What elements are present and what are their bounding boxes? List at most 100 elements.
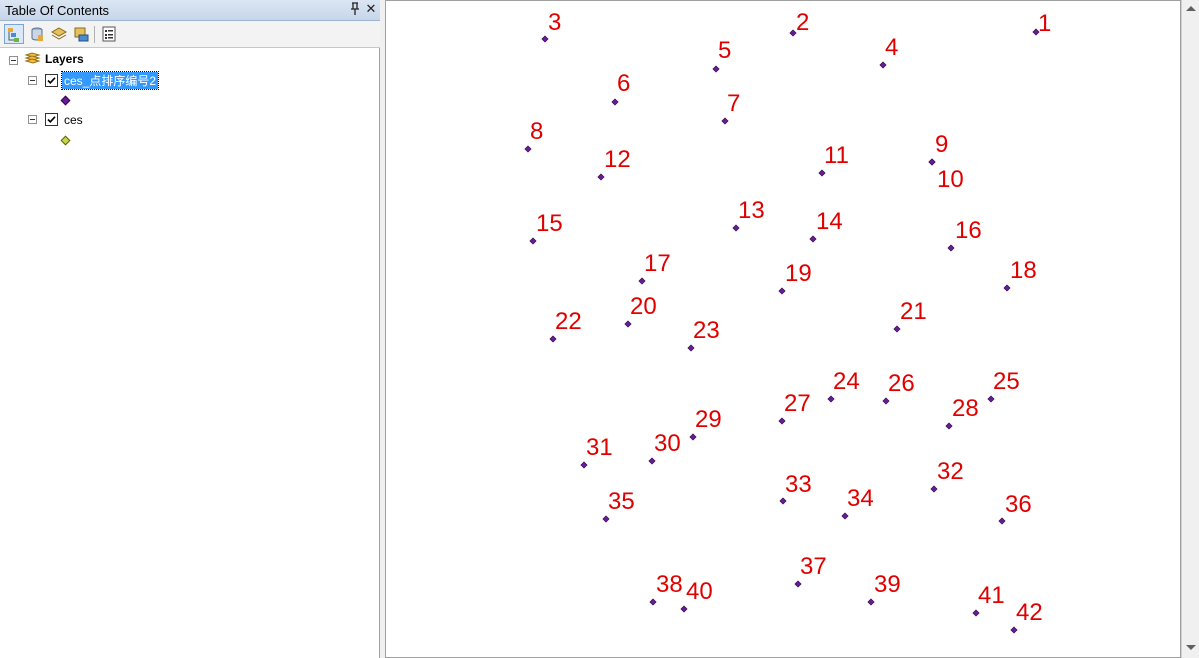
map-point-label: 10 xyxy=(937,166,964,193)
map-point-label: 13 xyxy=(738,197,765,224)
map-point-label: 30 xyxy=(654,430,681,457)
map-point-label: 2 xyxy=(796,9,809,36)
layers-root-label[interactable]: Layers xyxy=(45,52,84,66)
map-point-label: 35 xyxy=(608,488,635,515)
map-point[interactable] xyxy=(649,598,657,606)
map-point-label: 33 xyxy=(785,471,812,498)
map-point-label: 37 xyxy=(800,553,827,580)
list-by-visibility-icon[interactable] xyxy=(49,24,69,44)
map-point[interactable] xyxy=(1010,626,1018,634)
map-point[interactable] xyxy=(809,235,817,243)
map-point-label: 15 xyxy=(536,210,563,237)
toolbar-separator xyxy=(94,26,95,43)
map-point-label: 4 xyxy=(885,34,898,61)
map-point-label: 1 xyxy=(1038,10,1051,37)
map-point-label: 21 xyxy=(900,298,927,325)
vertical-scrollbar[interactable] xyxy=(1181,0,1199,658)
scroll-up-arrow-icon[interactable] xyxy=(1186,6,1196,11)
list-by-source-icon[interactable] xyxy=(27,24,47,44)
map-point[interactable] xyxy=(732,224,740,232)
map-point-label: 42 xyxy=(1016,599,1043,626)
map-point[interactable] xyxy=(893,325,901,333)
map-point[interactable] xyxy=(541,35,549,43)
map-point-label: 25 xyxy=(993,368,1020,395)
map-point[interactable] xyxy=(818,169,826,177)
map-point-label: 20 xyxy=(630,293,657,320)
map-point[interactable] xyxy=(721,117,729,125)
map-point[interactable] xyxy=(882,397,890,405)
map-point-label: 32 xyxy=(937,458,964,485)
map-point[interactable] xyxy=(947,244,955,252)
map-point[interactable] xyxy=(778,417,786,425)
layer-name-label[interactable]: ces xyxy=(64,113,83,127)
map-point[interactable] xyxy=(945,422,953,430)
layer-name-label[interactable]: ces_点排序编号2 xyxy=(60,71,160,90)
map-point[interactable] xyxy=(1003,284,1011,292)
map-point[interactable] xyxy=(524,145,532,153)
map-point[interactable] xyxy=(867,598,875,606)
map-point[interactable] xyxy=(778,287,786,295)
map-point-label: 27 xyxy=(784,390,811,417)
map-point[interactable] xyxy=(597,173,605,181)
map-point-label: 11 xyxy=(824,142,849,169)
map-point-label: 24 xyxy=(833,368,860,395)
map-point[interactable] xyxy=(998,517,1006,525)
map-point-label: 5 xyxy=(718,37,731,64)
map-point-label: 28 xyxy=(952,395,979,422)
map-point[interactable] xyxy=(712,65,720,73)
map-point[interactable] xyxy=(602,515,610,523)
point-symbol-icon[interactable] xyxy=(60,95,71,106)
scroll-down-arrow-icon[interactable] xyxy=(1186,645,1196,650)
map-point-label: 23 xyxy=(693,317,720,344)
map-point[interactable] xyxy=(687,344,695,352)
map-point[interactable] xyxy=(580,461,588,469)
map-point[interactable] xyxy=(680,605,688,613)
layer-visibility-checkbox[interactable] xyxy=(45,113,58,126)
map-point[interactable] xyxy=(624,320,632,328)
layer-visibility-checkbox[interactable] xyxy=(45,74,58,87)
map-point[interactable] xyxy=(879,61,887,69)
map-point-label: 12 xyxy=(604,146,631,173)
map-point[interactable] xyxy=(529,237,537,245)
options-icon[interactable] xyxy=(99,24,119,44)
map-point[interactable] xyxy=(972,609,980,617)
map-point-label: 31 xyxy=(586,434,613,461)
map-point[interactable] xyxy=(648,457,656,465)
map-point-label: 34 xyxy=(847,485,874,512)
map-point-label: 8 xyxy=(530,118,543,145)
map-point[interactable] xyxy=(794,580,802,588)
close-icon[interactable]: ✕ xyxy=(364,2,378,18)
map-point[interactable] xyxy=(549,335,557,343)
point-symbol-icon[interactable] xyxy=(60,135,71,146)
toc-toolbar xyxy=(0,21,380,48)
list-by-drawing-order-icon[interactable] xyxy=(4,24,24,44)
map-point-label: 3 xyxy=(548,9,561,36)
collapse-layer-toggle[interactable] xyxy=(28,76,37,85)
map-canvas[interactable]: 12345678 910111213 1415 1617 181920 2122 2324 2… xyxy=(386,1,1180,657)
collapse-layer-toggle[interactable] xyxy=(28,115,37,124)
map-point[interactable] xyxy=(638,277,646,285)
collapse-layers-toggle[interactable] xyxy=(9,56,18,65)
map-point[interactable] xyxy=(779,497,787,505)
map-point[interactable] xyxy=(689,433,697,441)
map-point[interactable] xyxy=(611,98,619,106)
map-point-label: 9 xyxy=(935,131,948,158)
map-point-label: 39 xyxy=(874,571,901,598)
map-point-label: 40 xyxy=(686,578,713,605)
list-by-selection-icon[interactable] xyxy=(71,24,91,44)
pin-icon[interactable] xyxy=(348,2,362,18)
map-point[interactable] xyxy=(841,512,849,520)
map-view[interactable]: 1 2 3 4 5 6 7 8 9 10 11 12 13 14 15 16 17 18 19 20 21 22 23 24 2… xyxy=(385,0,1181,658)
map-point-label: 36 xyxy=(1005,491,1032,518)
map-point-label: 41 xyxy=(978,582,1005,609)
map-point-label: 29 xyxy=(695,406,722,433)
map-point[interactable] xyxy=(987,395,995,403)
map-point-label: 22 xyxy=(555,308,582,335)
toc-title: Table Of Contents xyxy=(5,3,110,18)
table-of-contents-panel: Table Of Contents ✕ Layers ces_点排序编号2 ce… xyxy=(0,0,380,658)
map-point-label: 16 xyxy=(955,217,982,244)
map-point[interactable] xyxy=(930,485,938,493)
layers-dataframe-icon xyxy=(24,52,41,71)
map-point[interactable] xyxy=(928,158,936,166)
map-point[interactable] xyxy=(827,395,835,403)
